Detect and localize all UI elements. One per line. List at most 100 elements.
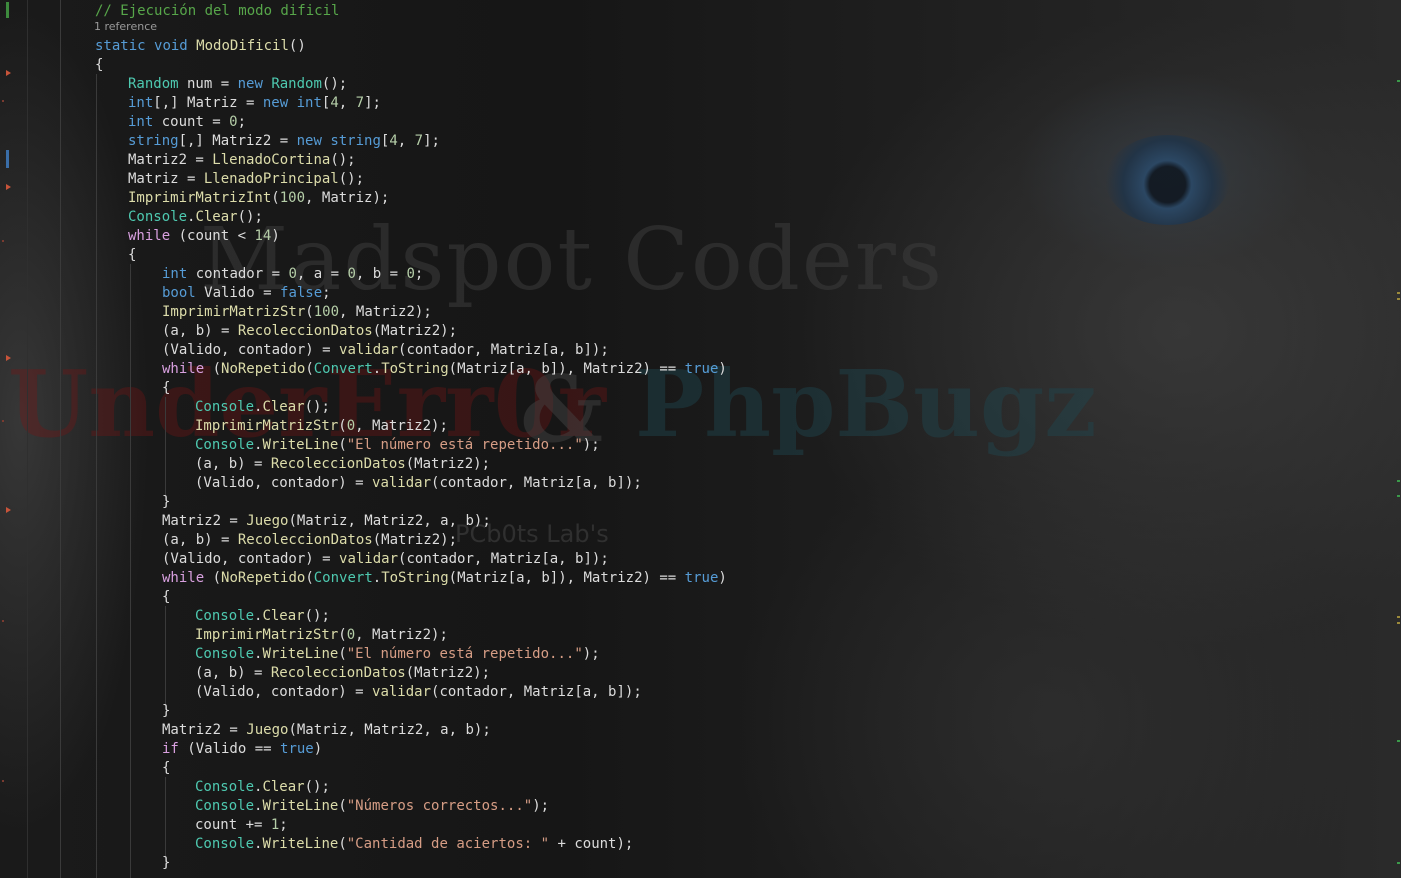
breakpoint-marker-icon[interactable] xyxy=(6,355,11,361)
indent-guide xyxy=(60,0,61,878)
breakpoint-marker-icon[interactable] xyxy=(6,507,11,513)
code-line[interactable]: { xyxy=(95,56,103,75)
code-token: NoRepetido xyxy=(221,570,306,586)
code-token: Matriz2 = xyxy=(128,152,213,168)
code-line[interactable]: Console.WriteLine("El número está repeti… xyxy=(195,645,600,664)
code-token: void xyxy=(154,38,188,54)
code-token: num = xyxy=(178,76,238,92)
code-token: Clear xyxy=(262,399,305,415)
code-line[interactable]: while (NoRepetido(Convert.ToString(Matri… xyxy=(162,569,727,588)
code-token: (contador, Matriz[a, b]); xyxy=(398,551,609,567)
code-line[interactable]: (a, b) = RecoleccionDatos(Matriz2); xyxy=(162,531,457,550)
code-line[interactable]: while (count < 14) xyxy=(128,227,280,246)
code-token: string xyxy=(128,133,179,149)
code-token: (Valido, contador) = xyxy=(195,475,373,491)
code-line[interactable]: Matriz2 = LlenadoCortina(); xyxy=(128,151,356,170)
code-token: ( xyxy=(338,646,347,662)
code-token: false xyxy=(280,285,323,301)
code-line[interactable]: Console.Clear(); xyxy=(128,208,263,227)
code-token: Juego xyxy=(246,513,289,529)
code-line[interactable]: { xyxy=(162,759,170,778)
code-line[interactable]: Matriz = LlenadoPrincipal(); xyxy=(128,170,364,189)
editor-gutter[interactable] xyxy=(0,0,30,878)
code-line[interactable]: // Ejecución del modo dificil xyxy=(95,2,339,21)
code-token: Matriz = xyxy=(128,171,204,187)
code-line[interactable]: Console.Clear(); xyxy=(195,778,330,797)
breakpoint-marker-icon[interactable] xyxy=(6,70,11,76)
code-line[interactable]: ImprimirMatrizStr(100, Matriz2); xyxy=(162,303,432,322)
code-line[interactable]: (a, b) = RecoleccionDatos(Matriz2); xyxy=(162,322,457,341)
code-token: 100 xyxy=(313,304,340,320)
code-token: RecoleccionDatos xyxy=(270,665,406,681)
overview-mark xyxy=(1397,292,1400,294)
code-token: (Valido, contador) = xyxy=(162,342,340,358)
code-line[interactable]: string[,] Matriz2 = new string[4, 7]; xyxy=(128,132,440,151)
code-line[interactable]: (a, b) = RecoleccionDatos(Matriz2); xyxy=(195,455,490,474)
code-line[interactable]: } xyxy=(162,702,170,721)
code-line[interactable]: (Valido, contador) = validar(contador, M… xyxy=(162,550,609,569)
code-token: true xyxy=(684,570,719,586)
gutter-dot xyxy=(2,100,4,102)
code-line[interactable]: while (NoRepetido(Convert.ToString(Matri… xyxy=(162,360,727,379)
code-line[interactable]: int contador = 0, a = 0, b = 0; xyxy=(162,265,423,284)
code-line[interactable]: int[,] Matriz = new int[4, 7]; xyxy=(128,94,381,113)
code-line[interactable]: } xyxy=(162,854,170,873)
code-token: (a, b) = xyxy=(195,665,271,681)
code-token: WriteLine xyxy=(262,437,339,453)
overview-mark xyxy=(1397,298,1400,300)
code-token: int xyxy=(296,95,322,111)
code-token: RecoleccionDatos xyxy=(237,323,373,339)
code-token: 14 xyxy=(254,228,272,244)
code-line[interactable]: Console.WriteLine("Números correctos..."… xyxy=(195,797,549,816)
code-line[interactable]: (Valido, contador) = validar(contador, M… xyxy=(195,683,642,702)
code-line[interactable]: count += 1; xyxy=(195,816,288,835)
indent-guide xyxy=(165,606,166,710)
code-token: (Matriz2); xyxy=(372,323,458,339)
code-line[interactable]: Console.Clear(); xyxy=(195,607,330,626)
code-token: 0 xyxy=(229,114,238,130)
code-token: new xyxy=(262,95,289,111)
code-line[interactable]: int count = 0; xyxy=(128,113,246,132)
code-token: (Matriz2); xyxy=(405,456,491,472)
code-token: ) xyxy=(271,228,280,244)
code-token: [,] Matriz2 = xyxy=(178,133,297,149)
code-token: Valido = xyxy=(195,285,281,301)
code-line[interactable]: ImprimirMatrizStr(0, Matriz2); xyxy=(195,626,448,645)
code-line[interactable]: (Valido, contador) = validar(contador, M… xyxy=(195,474,642,493)
gutter-divider xyxy=(27,0,28,878)
code-line[interactable]: } xyxy=(162,493,170,512)
code-token: ]; xyxy=(423,133,440,149)
codelens-references[interactable]: 1 reference xyxy=(94,20,157,33)
code-token: int xyxy=(128,95,154,111)
code-line[interactable]: (a, b) = RecoleccionDatos(Matriz2); xyxy=(195,664,490,683)
code-line[interactable]: Console.WriteLine("Cantidad de aciertos:… xyxy=(195,835,633,854)
overview-ruler[interactable] xyxy=(1395,0,1401,878)
code-line[interactable]: Console.WriteLine("El número está repeti… xyxy=(195,436,600,455)
code-line[interactable]: Random num = new Random(); xyxy=(128,75,347,94)
code-line[interactable]: (Valido, contador) = validar(contador, M… xyxy=(162,341,609,360)
code-token: static xyxy=(95,38,146,54)
code-line[interactable]: ImprimirMatrizStr(0, Matriz2); xyxy=(195,417,448,436)
code-token: (contador, Matriz[a, b]); xyxy=(431,684,642,700)
code-line[interactable]: static void ModoDificil() xyxy=(95,37,306,56)
code-token: , b = xyxy=(355,266,407,282)
code-token: ImprimirMatrizStr xyxy=(195,627,339,643)
code-line[interactable]: ImprimirMatrizInt(100, Matriz); xyxy=(128,189,389,208)
code-token: Console xyxy=(195,836,255,852)
breakpoint-marker-icon[interactable] xyxy=(6,184,11,190)
code-token: (Matriz[a, b]), Matriz2) == xyxy=(448,570,685,586)
code-line[interactable]: Console.Clear(); xyxy=(195,398,330,417)
code-token: } xyxy=(162,494,171,510)
code-line[interactable]: Matriz2 = Juego(Matriz, Matriz2, a, b); xyxy=(162,721,491,740)
code-line[interactable]: if (Valido == true) xyxy=(162,740,322,759)
code-token: 4 xyxy=(389,133,398,149)
code-line[interactable]: { xyxy=(128,246,136,265)
code-line[interactable]: bool Valido = false; xyxy=(162,284,331,303)
code-token: } xyxy=(162,855,171,871)
code-line[interactable]: { xyxy=(162,588,170,607)
code-token: , xyxy=(338,95,356,111)
code-token: ToString xyxy=(381,361,449,377)
code-line[interactable]: { xyxy=(162,379,170,398)
code-line[interactable]: Matriz2 = Juego(Matriz, Matriz2, a, b); xyxy=(162,512,491,531)
